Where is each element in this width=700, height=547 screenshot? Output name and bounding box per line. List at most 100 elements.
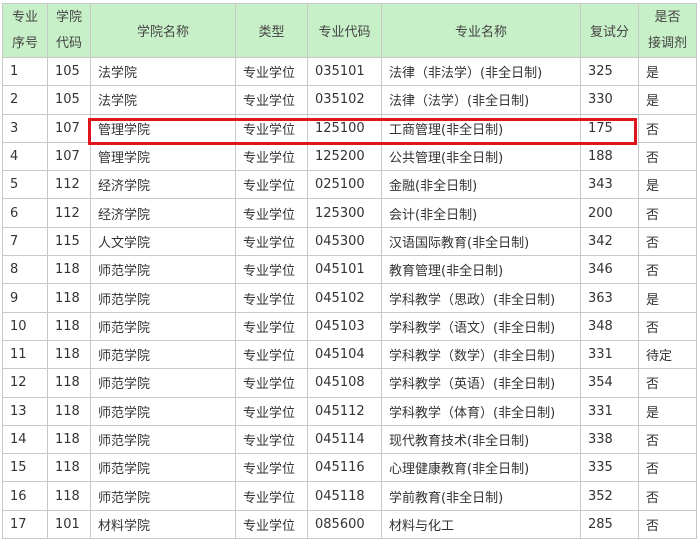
major-code-cell: 045104	[307, 339, 382, 370]
adjust-cell: 否	[638, 113, 697, 143]
college-code-cell: 118	[47, 396, 91, 426]
adjust-cell: 否	[638, 509, 697, 540]
major-code-cell: 045101	[307, 255, 382, 285]
major-name-cell: 学科教学（体育）(非全日制)	[381, 396, 581, 426]
major-name-cell: 现代教育技术(非全日制)	[381, 424, 581, 455]
seq-cell: 13	[2, 396, 48, 426]
header-major-name: 专业名称	[381, 3, 581, 58]
major-name-cell: 学科教学（数学）(非全日制)	[381, 339, 581, 370]
college-name-cell: 管理学院	[90, 113, 236, 143]
seq-cell: 12	[2, 368, 48, 398]
seq-cell: 3	[2, 113, 48, 143]
major-code-cell: 045300	[307, 226, 382, 257]
type-cell: 专业学位	[235, 509, 308, 540]
adjust-cell: 否	[638, 226, 697, 257]
adjust-cell: 否	[638, 311, 697, 341]
table-row: 17 101 材料学院 专业学位 085600 材料与化工 285 否	[2, 509, 697, 540]
college-code-cell: 101	[47, 509, 91, 540]
header-major-code: 专业代码	[307, 3, 382, 58]
college-name-cell: 师范学院	[90, 283, 236, 313]
type-cell: 专业学位	[235, 198, 308, 228]
table-row: 14 118 师范学院 专业学位 045114 现代教育技术(非全日制) 338 否	[2, 424, 697, 455]
college-code-cell: 118	[47, 339, 91, 370]
type-cell: 专业学位	[235, 85, 308, 115]
table-row: 4 107 管理学院 专业学位 125200 公共管理(非全日制) 188 否	[2, 141, 697, 172]
score-cell: 175	[580, 113, 639, 143]
major-code-cell: 045114	[307, 424, 382, 455]
seq-cell: 6	[2, 198, 48, 228]
score-cell: 354	[580, 368, 639, 398]
major-name-cell: 公共管理(非全日制)	[381, 141, 581, 172]
table-row: 3 107 管理学院 专业学位 125100 工商管理(非全日制) 175 否	[2, 113, 697, 143]
major-name-cell: 学科教学（英语）(非全日制)	[381, 368, 581, 398]
college-name-cell: 经济学院	[90, 170, 236, 200]
major-code-cell: 045102	[307, 283, 382, 313]
major-name-cell: 学科教学（思政）(非全日制)	[381, 283, 581, 313]
major-name-cell: 教育管理(非全日制)	[381, 255, 581, 285]
seq-cell: 7	[2, 226, 48, 257]
college-code-cell: 105	[47, 56, 91, 87]
type-cell: 专业学位	[235, 481, 308, 511]
table-row: 6 112 经济学院 专业学位 125300 会计(非全日制) 200 否	[2, 198, 697, 228]
type-cell: 专业学位	[235, 113, 308, 143]
college-name-cell: 师范学院	[90, 311, 236, 341]
college-code-cell: 112	[47, 198, 91, 228]
score-cell: 338	[580, 424, 639, 455]
seq-cell: 15	[2, 453, 48, 483]
score-cell: 335	[580, 453, 639, 483]
adjust-cell: 是	[638, 56, 697, 87]
type-cell: 专业学位	[235, 56, 308, 87]
seq-cell: 8	[2, 255, 48, 285]
table-row: 7 115 人文学院 专业学位 045300 汉语国际教育(非全日制) 342 否	[2, 226, 697, 257]
college-code-cell: 118	[47, 424, 91, 455]
score-cell: 331	[580, 339, 639, 370]
major-code-cell: 045108	[307, 368, 382, 398]
seq-cell: 2	[2, 85, 48, 115]
score-cell: 188	[580, 141, 639, 172]
adjust-cell: 是	[638, 170, 697, 200]
score-cell: 200	[580, 198, 639, 228]
table-row: 2 105 法学院 专业学位 035102 法律（法学）(非全日制) 330 是	[2, 85, 697, 115]
header-college-name: 学院名称	[90, 3, 236, 58]
table-row: 5 112 经济学院 专业学位 025100 金融(非全日制) 343 是	[2, 170, 697, 200]
college-name-cell: 师范学院	[90, 453, 236, 483]
college-code-cell: 112	[47, 170, 91, 200]
major-name-cell: 法律（法学）(非全日制)	[381, 85, 581, 115]
major-name-cell: 汉语国际教育(非全日制)	[381, 226, 581, 257]
type-cell: 专业学位	[235, 170, 308, 200]
college-code-cell: 118	[47, 311, 91, 341]
major-code-cell: 035102	[307, 85, 382, 115]
major-name-cell: 心理健康教育(非全日制)	[381, 453, 581, 483]
adjust-cell: 是	[638, 396, 697, 426]
college-code-cell: 107	[47, 113, 91, 143]
score-cell: 348	[580, 311, 639, 341]
college-code-cell: 118	[47, 368, 91, 398]
table-row: 12 118 师范学院 专业学位 045108 学科教学（英语）(非全日制) 354 否	[2, 368, 697, 398]
adjust-cell: 否	[638, 255, 697, 285]
table-row: 13 118 师范学院 专业学位 045112 学科教学（体育）(非全日制) 331 是	[2, 396, 697, 426]
college-name-cell: 材料学院	[90, 509, 236, 540]
seq-cell: 9	[2, 283, 48, 313]
college-name-cell: 经济学院	[90, 198, 236, 228]
score-cell: 342	[580, 226, 639, 257]
college-code-cell: 118	[47, 453, 91, 483]
major-code-cell: 125200	[307, 141, 382, 172]
type-cell: 专业学位	[235, 368, 308, 398]
header-college-code: 学院 代码	[47, 3, 91, 58]
major-code-cell: 125100	[307, 113, 382, 143]
header-seq: 专业 序号	[2, 3, 48, 58]
major-code-cell: 125300	[307, 198, 382, 228]
adjust-cell: 否	[638, 424, 697, 455]
admission-score-table: 专业 序号 学院 代码 学院名称 类型 专业代码 专业名称 复试分 是否 接调剂 11…	[2, 3, 697, 540]
type-cell: 专业学位	[235, 311, 308, 341]
adjust-cell: 待定	[638, 339, 697, 370]
college-name-cell: 师范学院	[90, 368, 236, 398]
score-cell: 352	[580, 481, 639, 511]
college-name-cell: 师范学院	[90, 424, 236, 455]
major-name-cell: 金融(非全日制)	[381, 170, 581, 200]
header-type: 类型	[235, 3, 308, 58]
major-code-cell: 045112	[307, 396, 382, 426]
score-cell: 363	[580, 283, 639, 313]
major-name-cell: 学科教学（语文）(非全日制)	[381, 311, 581, 341]
header-score: 复试分	[580, 3, 639, 58]
